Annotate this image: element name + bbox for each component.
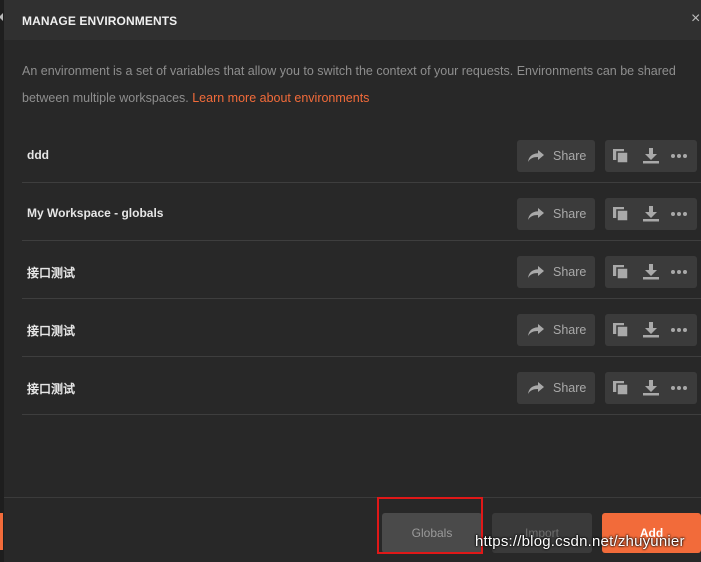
footer-divider (4, 497, 701, 498)
share-arrow-icon (528, 382, 544, 394)
more-dots-icon[interactable] (670, 264, 688, 280)
share-button[interactable]: Share (517, 198, 595, 230)
duplicate-icon[interactable] (612, 380, 630, 396)
duplicate-icon[interactable] (612, 322, 630, 338)
environment-actions (605, 314, 697, 346)
environment-row[interactable]: 接口测试 Share (22, 357, 701, 415)
share-label: Share (553, 207, 587, 221)
left-arrow-icon (0, 13, 3, 21)
environment-actions (605, 198, 697, 230)
environment-actions (605, 372, 697, 404)
background-accent (0, 513, 3, 550)
globals-button[interactable]: Globals (382, 513, 482, 553)
environment-actions (605, 140, 697, 172)
share-button[interactable]: Share (517, 256, 595, 288)
share-label: Share (553, 323, 587, 337)
download-icon[interactable] (642, 206, 660, 222)
close-icon[interactable]: × (691, 11, 701, 27)
environment-row[interactable]: 接口测试 Share (22, 299, 701, 357)
environment-name: ddd (27, 148, 49, 162)
duplicate-icon[interactable] (612, 206, 630, 222)
share-button[interactable]: Share (517, 314, 595, 346)
learn-more-link[interactable]: Learn more about environments (192, 91, 369, 105)
environment-list: ddd Share My Workspace - globals Share 接… (22, 125, 701, 415)
more-dots-icon[interactable] (670, 206, 688, 222)
dialog-header: MANAGE ENVIRONMENTS × (4, 0, 701, 40)
share-arrow-icon (528, 208, 544, 220)
manage-environments-dialog: MANAGE ENVIRONMENTS × An environment is … (4, 0, 701, 562)
more-dots-icon[interactable] (670, 322, 688, 338)
dialog-description: An environment is a set of variables tha… (22, 58, 694, 112)
environment-actions (605, 256, 697, 288)
more-dots-icon[interactable] (670, 380, 688, 396)
download-icon[interactable] (642, 148, 660, 164)
share-arrow-icon (528, 324, 544, 336)
download-icon[interactable] (642, 322, 660, 338)
share-label: Share (553, 149, 587, 163)
watermark: https://blog.csdn.net/zhuyunier (475, 533, 685, 550)
duplicate-icon[interactable] (612, 148, 630, 164)
dialog-title: MANAGE ENVIRONMENTS (22, 14, 178, 28)
download-icon[interactable] (642, 380, 660, 396)
share-label: Share (553, 381, 587, 395)
environment-row[interactable]: ddd Share (22, 125, 701, 183)
environment-name: My Workspace - globals (27, 206, 164, 220)
duplicate-icon[interactable] (612, 264, 630, 280)
more-dots-icon[interactable] (670, 148, 688, 164)
share-arrow-icon (528, 266, 544, 278)
share-arrow-icon (528, 150, 544, 162)
environment-row[interactable]: 接口测试 Share (22, 241, 701, 299)
share-label: Share (553, 265, 587, 279)
environment-row[interactable]: My Workspace - globals Share (22, 183, 701, 241)
environment-name: 接口测试 (27, 266, 76, 280)
environment-name: 接口测试 (27, 324, 76, 338)
share-button[interactable]: Share (517, 140, 595, 172)
download-icon[interactable] (642, 264, 660, 280)
environment-name: 接口测试 (27, 382, 76, 396)
share-button[interactable]: Share (517, 372, 595, 404)
